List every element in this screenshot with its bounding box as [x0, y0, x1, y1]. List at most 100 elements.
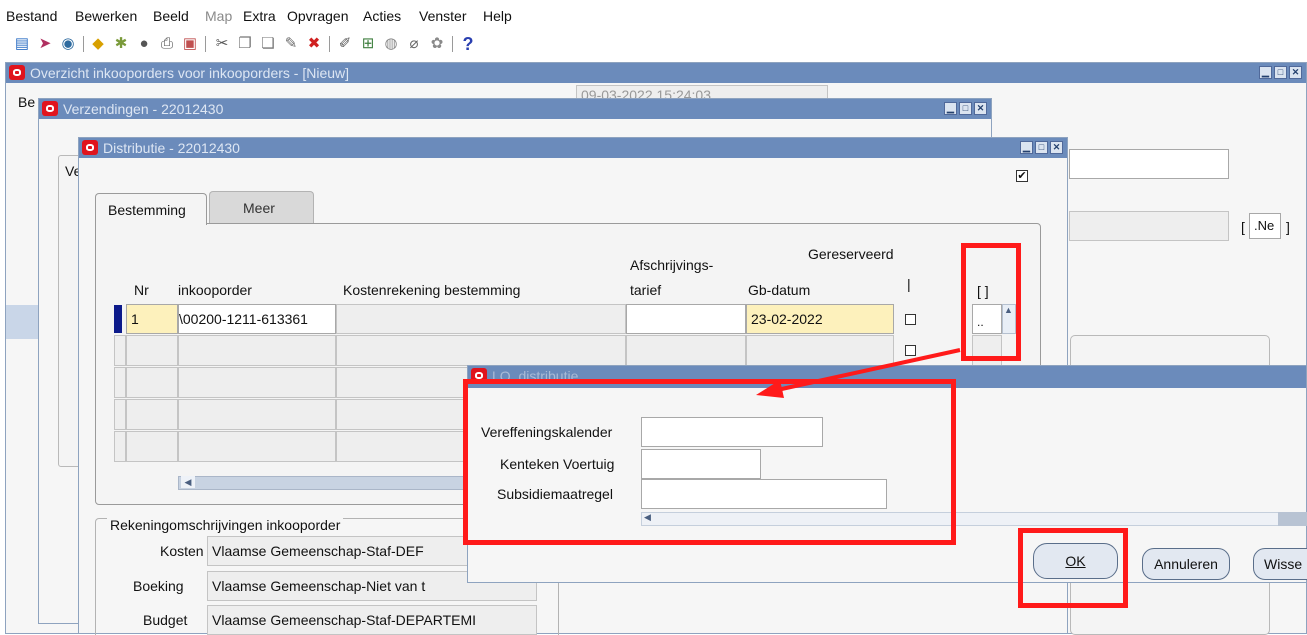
maximize-icon[interactable]: □: [1035, 141, 1048, 154]
menu-bestand[interactable]: Bestand: [6, 8, 57, 24]
menu-bar: Bestand Bewerken Beeld Map Extra Opvrage…: [0, 0, 1307, 28]
col-afschrijvings: Afschrijvings-: [630, 257, 714, 273]
main-dff-field[interactable]: .Ne: [1249, 213, 1281, 239]
row1-reserved-checkbox[interactable]: [905, 314, 916, 325]
maximize-icon[interactable]: □: [1274, 66, 1287, 79]
row-indicator: [114, 367, 126, 398]
row-inkooporder-field[interactable]: [178, 335, 336, 366]
menu-help[interactable]: Help: [483, 8, 512, 24]
menu-map: Map: [205, 8, 233, 24]
kosten-label: Kosten: [160, 543, 204, 559]
close-icon[interactable]: ✕: [1050, 141, 1063, 154]
wissen-button-label: Wisse: [1264, 556, 1303, 572]
menu-venster[interactable]: Venster: [419, 8, 466, 24]
dff-scrollbar-thumb[interactable]: [1278, 512, 1307, 526]
row-nr-field[interactable]: [126, 335, 178, 366]
row-nr-field[interactable]: [126, 367, 178, 398]
maximize-icon[interactable]: □: [959, 102, 972, 115]
col-inkooporder: inkooporder: [178, 282, 252, 298]
main-header-field[interactable]: [1069, 149, 1229, 179]
row1-nr-field[interactable]: 1: [126, 304, 178, 334]
row-indicator: [114, 399, 126, 430]
main-bracket-close: ]: [1286, 219, 1290, 235]
col-kostenrekening: Kostenrekening bestemming: [343, 282, 521, 298]
col-nr: Nr: [134, 282, 149, 298]
tab-meer-label: Meer: [243, 200, 275, 216]
distribution-checkbox[interactable]: ✔: [1016, 170, 1028, 182]
annotation-arrow-line: [767, 348, 961, 394]
toolbar-separator: [83, 36, 84, 52]
shipments-window-title: Verzendingen - 22012430: [63, 101, 224, 117]
close-form-icon[interactable]: ▣: [180, 34, 200, 54]
row1-rate-field[interactable]: [626, 304, 746, 334]
row-indicator: [114, 335, 126, 366]
row-current-indicator: [114, 305, 122, 333]
annotation-dff-column-box: [961, 243, 1021, 361]
menu-bewerken[interactable]: Bewerken: [75, 8, 137, 24]
oracle-logo-icon: [9, 65, 25, 80]
row-inkooporder-field[interactable]: [178, 399, 336, 430]
tab-meer[interactable]: Meer: [209, 191, 314, 223]
main-secondary-field[interactable]: [1069, 211, 1229, 241]
menu-beeld[interactable]: Beeld: [153, 8, 189, 24]
main-bracket-open: [: [1241, 219, 1245, 235]
horizontal-scrollbar[interactable]: ◀: [178, 476, 478, 490]
col-gb-datum: Gb-datum: [748, 282, 811, 298]
main-window-titlebar: Overzicht inkooporders voor inkooporders…: [6, 63, 1306, 83]
paste-icon[interactable]: ❏: [258, 34, 278, 54]
annotation-arrow-head: [756, 380, 784, 398]
edit-field-icon[interactable]: ✐: [335, 34, 355, 54]
switch-responsibility-icon[interactable]: ●: [134, 34, 154, 54]
row1-inkooporder-field[interactable]: \00200-1211-613361: [178, 304, 336, 334]
menu-extra[interactable]: Extra: [243, 8, 276, 24]
print-icon[interactable]: ⎙: [157, 34, 177, 54]
row1-gb-datum-field[interactable]: 23-02-2022: [746, 304, 894, 334]
annotation-dff-fields-box: [463, 379, 956, 545]
save-icon[interactable]: ◆: [88, 34, 108, 54]
cut-icon[interactable]: ✂: [212, 34, 232, 54]
col-gereserveerd: Gereserveerd: [808, 246, 894, 262]
toolbar: ▤ ➤ ◉ ◆ ✱ ● ⎙ ▣ ✂ ❐ ❏ ✎ ✖ ✐ ⊞ ◍ ⌀ ✿ ?: [0, 32, 1307, 56]
row-account-field[interactable]: [336, 335, 626, 366]
oracle-logo-icon: [82, 140, 98, 155]
row-inkooporder-field[interactable]: [178, 431, 336, 462]
tab-bestemming[interactable]: Bestemming: [95, 193, 207, 225]
row-nr-field[interactable]: [126, 399, 178, 430]
main-window-title: Overzicht inkooporders voor inkooporders…: [30, 65, 350, 81]
minimize-icon[interactable]: ▁: [944, 102, 957, 115]
oracle-logo-icon: [42, 101, 58, 116]
zoom-attach-icon[interactable]: ⊞: [358, 34, 378, 54]
annuleren-button[interactable]: Annuleren: [1142, 548, 1230, 580]
distribution-window-titlebar: Distributie - 22012430 ▁ □ ✕: [79, 138, 1067, 158]
toolbar-separator: [452, 36, 453, 52]
scroll-left-icon[interactable]: ◀: [181, 476, 195, 488]
menu-acties[interactable]: Acties: [363, 8, 401, 24]
main-partial-label: Be: [18, 94, 36, 110]
help-icon[interactable]: ?: [458, 34, 478, 54]
delete-icon[interactable]: ✖: [304, 34, 324, 54]
row-inkooporder-field[interactable]: [178, 367, 336, 398]
toolbar-separator: [205, 36, 206, 52]
navigate-icon[interactable]: ➤: [35, 34, 55, 54]
row-nr-field[interactable]: [126, 431, 178, 462]
distribution-window-title: Distributie - 22012430: [103, 140, 240, 156]
folder-tools-icon[interactable]: ✿: [427, 34, 447, 54]
budget-field[interactable]: Vlaamse Gemeenschap-Staf-DEPARTEMI: [207, 605, 537, 635]
zoom-icon[interactable]: ◉: [58, 34, 78, 54]
minimize-icon[interactable]: ▁: [1020, 141, 1033, 154]
row1-account-field[interactable]: [336, 304, 626, 334]
new-record-icon[interactable]: ▤: [12, 34, 32, 54]
copy-icon[interactable]: ❐: [235, 34, 255, 54]
next-step-icon[interactable]: ✱: [111, 34, 131, 54]
close-icon[interactable]: ✕: [1289, 66, 1302, 79]
minimize-icon[interactable]: ▁: [1259, 66, 1272, 79]
attachments-icon[interactable]: ⌀: [404, 34, 424, 54]
row-indicator: [114, 431, 126, 462]
translations-icon[interactable]: ◍: [381, 34, 401, 54]
close-icon[interactable]: ✕: [974, 102, 987, 115]
menu-opvragen[interactable]: Opvragen: [287, 8, 348, 24]
clear-record-icon[interactable]: ✎: [281, 34, 301, 54]
annotation-arrow: [756, 348, 961, 398]
wissen-button[interactable]: Wisse: [1253, 548, 1307, 580]
row-rate-field[interactable]: [626, 335, 746, 366]
